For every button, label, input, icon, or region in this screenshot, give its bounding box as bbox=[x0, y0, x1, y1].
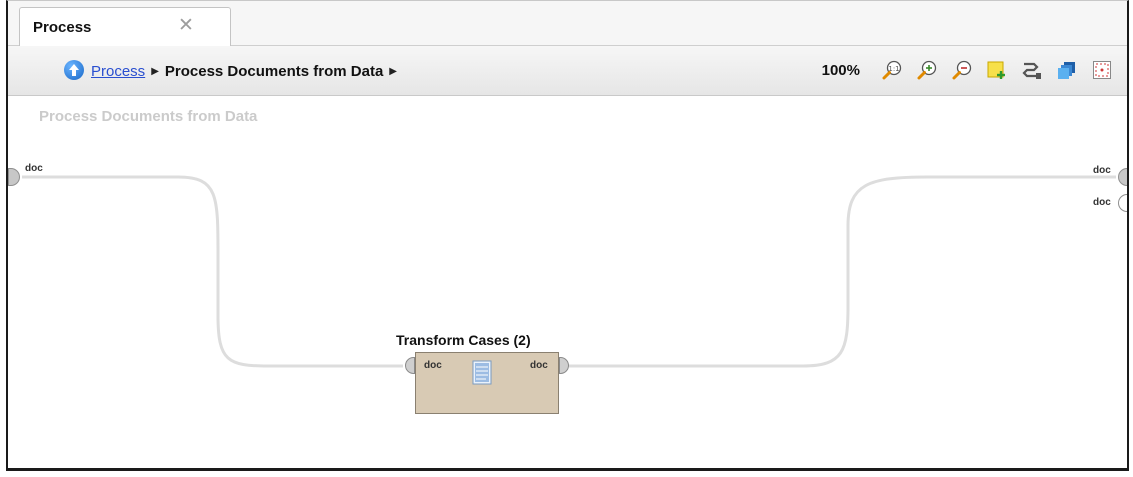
process-navigation-bar: Process ▶ Process Documents from Data ▶ … bbox=[8, 46, 1127, 96]
operator-input-port[interactable] bbox=[405, 357, 415, 374]
auto-wire-icon[interactable] bbox=[1021, 59, 1043, 81]
left-input-port[interactable] bbox=[8, 168, 20, 186]
breadcrumb-current: Process Documents from Data bbox=[164, 63, 384, 80]
canvas-title: Process Documents from Data bbox=[39, 108, 258, 125]
navigate-up-icon[interactable] bbox=[64, 60, 84, 80]
operator-output-label: doc bbox=[530, 360, 548, 371]
add-note-icon[interactable] bbox=[986, 59, 1008, 81]
breadcrumb-expand-icon[interactable]: ▶ bbox=[389, 66, 397, 77]
right-port-label-2: doc bbox=[1093, 197, 1111, 208]
connection-wire-output bbox=[569, 175, 1116, 368]
operator-output-port[interactable] bbox=[559, 357, 569, 374]
right-port-label-1: doc bbox=[1093, 165, 1111, 176]
zoom-actual-icon[interactable]: 1:1 bbox=[881, 59, 903, 81]
left-port-label: doc bbox=[25, 163, 43, 174]
breadcrumb-root-link[interactable]: Process bbox=[91, 63, 145, 80]
process-panel: Process ✕ Process ▶ Process Documents fr… bbox=[6, 0, 1129, 471]
tab-strip: Process ✕ bbox=[8, 1, 1127, 46]
layers-icon[interactable] bbox=[1056, 59, 1078, 81]
breadcrumb-separator-icon: ▶ bbox=[151, 66, 159, 77]
zoom-in-icon[interactable] bbox=[916, 59, 938, 81]
zoom-level[interactable]: 100% bbox=[822, 62, 860, 79]
connection-wire-input bbox=[22, 175, 403, 368]
connections bbox=[22, 175, 1116, 368]
fit-view-icon[interactable] bbox=[1091, 59, 1113, 81]
canvas-toolbar: 100% 1:1 bbox=[822, 59, 1113, 81]
document-icon bbox=[472, 360, 492, 385]
tab-title: Process bbox=[33, 19, 92, 36]
zoom-out-icon[interactable] bbox=[951, 59, 973, 81]
close-icon[interactable]: ✕ bbox=[178, 14, 194, 37]
tab-process[interactable]: Process ✕ bbox=[19, 7, 231, 46]
right-output-port-1[interactable] bbox=[1118, 168, 1127, 186]
process-canvas[interactable]: Process Documents from Data doc doc doc … bbox=[8, 96, 1127, 468]
operator-title: Transform Cases (2) bbox=[396, 332, 531, 348]
right-output-port-2[interactable] bbox=[1118, 194, 1127, 212]
breadcrumb: Process ▶ Process Documents from Data ▶ bbox=[91, 63, 403, 80]
operator-input-label: doc bbox=[424, 360, 442, 371]
